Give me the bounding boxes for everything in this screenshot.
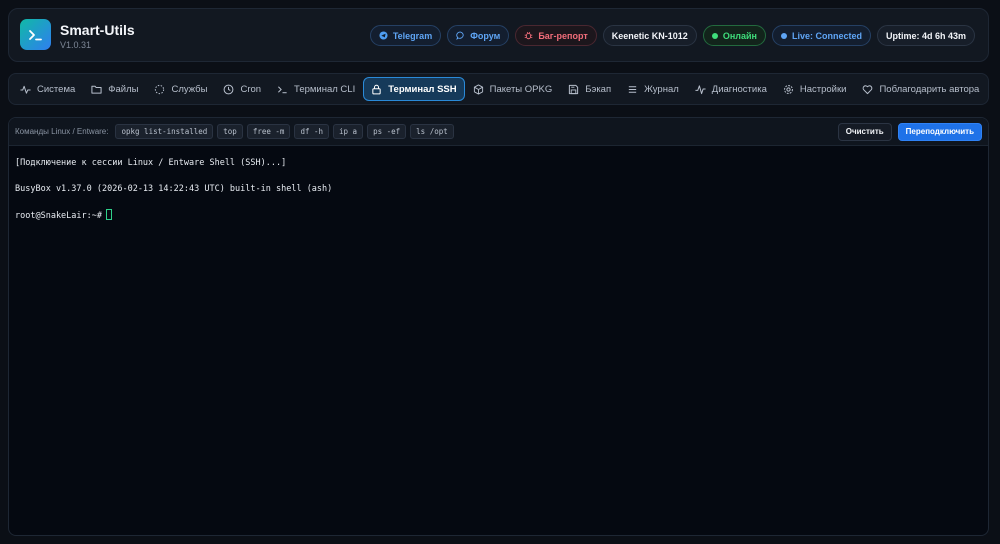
command-chip[interactable]: free -m — [246, 124, 291, 139]
device-model-label: Keenetic KN-1012 — [611, 30, 688, 41]
gear-icon — [783, 84, 793, 94]
loader-icon — [155, 84, 165, 94]
activity-icon — [20, 85, 31, 94]
online-status-badge: Онлайн — [702, 25, 766, 46]
command-chip[interactable]: opkg list-installed — [115, 124, 214, 139]
tab-thank-author[interactable]: Поблагодарить автора — [854, 77, 987, 101]
tab-settings[interactable]: Настройки — [775, 77, 855, 101]
telegram-link[interactable]: Telegram — [369, 25, 442, 46]
app-header: Smart-Utils V1.0.31 Telegram Форум Баг-р… — [8, 8, 989, 62]
device-model-badge: Keenetic KN-1012 — [602, 25, 697, 46]
uptime-label: Uptime: 4d 6h 43m — [885, 30, 966, 41]
telegram-icon — [379, 31, 388, 40]
tab-terminal-cli-label: Терминал CLI — [294, 83, 356, 95]
tab-thank-author-label: Поблагодарить автора — [879, 83, 980, 95]
ssh-terminal-panel: Команды Linux / Entware: opkg list-insta… — [8, 117, 989, 536]
save-icon — [569, 84, 579, 94]
tab-terminal-cli[interactable]: Терминал CLI — [269, 77, 363, 101]
tab-diagnostics-label: Диагностика — [711, 83, 767, 95]
app-version: V1.0.31 — [60, 40, 92, 50]
live-status-label: Live: Connected — [791, 30, 862, 41]
bug-report-link[interactable]: Баг-репорт — [515, 25, 597, 46]
tab-diagnostics[interactable]: Диагностика — [687, 77, 775, 101]
command-chip[interactable]: ls /opt — [410, 124, 454, 139]
forum-link[interactable]: Форум — [447, 25, 510, 46]
header-pills: Telegram Форум Баг-репорт Keenetic KN-10… — [369, 25, 975, 46]
live-status-badge: Live: Connected — [771, 25, 871, 46]
bug-report-label: Баг-репорт — [538, 30, 588, 41]
tab-opkg-packages-label: Пакеты OPKG — [489, 83, 553, 95]
chat-icon — [456, 31, 464, 40]
tab-files[interactable]: Файлы — [83, 77, 146, 101]
clear-button[interactable]: Очистить — [837, 122, 892, 141]
terminal-line: [Подключение к сессии Linux / Entware Sh… — [15, 158, 287, 168]
terminal-output[interactable]: [Подключение к сессии Linux / Entware Sh… — [9, 146, 988, 233]
reconnect-button[interactable]: Переподключить — [897, 122, 982, 141]
online-status-label: Онлайн — [722, 30, 757, 41]
terminal-prompt-icon — [28, 29, 42, 40]
uptime-badge: Uptime: 4d 6h 43m — [876, 25, 975, 46]
online-status-dot-icon — [711, 32, 718, 39]
main-nav: Система Файлы Службы Cron Терминал CLI Т… — [8, 73, 989, 105]
terminal-line: BusyBox v1.37.0 (2026-02-13 14:22:43 UTC… — [15, 184, 333, 194]
live-status-dot-icon — [780, 32, 787, 39]
command-chip[interactable]: df -h — [294, 124, 330, 139]
forum-label: Форум — [470, 30, 501, 41]
tab-system-label: Система — [37, 83, 76, 95]
tab-cron-label: Cron — [240, 83, 262, 95]
terminal-prompt-line: root@SnakeLair:~# — [15, 209, 982, 222]
command-chip[interactable]: ip a — [333, 124, 364, 139]
command-chip[interactable]: ps -ef — [367, 124, 407, 139]
terminal-toolbar: Команды Linux / Entware: opkg list-insta… — [9, 118, 988, 146]
tab-settings-label: Настройки — [799, 83, 847, 95]
tab-terminal-ssh-label: Терминал SSH — [388, 83, 457, 95]
tab-terminal-ssh[interactable]: Терминал SSH — [363, 77, 465, 101]
command-chip[interactable]: top — [217, 124, 243, 139]
commands-label: Команды Linux / Entware: — [15, 127, 109, 136]
tab-backup-label: Бэкап — [585, 83, 612, 95]
tab-services[interactable]: Службы — [146, 77, 215, 101]
tab-opkg-packages[interactable]: Пакеты OPKG — [465, 77, 561, 101]
terminal-prompt: root@SnakeLair:~# — [15, 211, 102, 221]
tab-backup[interactable]: Бэкап — [560, 77, 619, 101]
toolbar-actions: Очистить Переподключить — [837, 122, 982, 141]
pulse-icon — [695, 84, 706, 94]
tab-services-label: Службы — [171, 83, 208, 95]
heart-icon — [863, 84, 873, 94]
tab-journal-label: Журнал — [644, 83, 679, 95]
tab-journal[interactable]: Журнал — [619, 77, 687, 101]
app-logo — [20, 19, 51, 50]
app-title: Smart-Utils — [60, 22, 135, 38]
lock-icon — [372, 84, 381, 94]
bug-icon — [524, 31, 533, 40]
tab-files-label: Файлы — [108, 83, 139, 95]
package-icon — [473, 83, 483, 95]
telegram-label: Telegram — [392, 30, 433, 41]
terminal-icon — [278, 85, 287, 93]
clock-icon — [224, 84, 234, 94]
tab-cron[interactable]: Cron — [215, 77, 269, 101]
folder-icon — [91, 85, 102, 94]
list-icon — [628, 85, 637, 93]
terminal-cursor — [106, 209, 112, 220]
tab-system[interactable]: Система — [12, 77, 83, 101]
